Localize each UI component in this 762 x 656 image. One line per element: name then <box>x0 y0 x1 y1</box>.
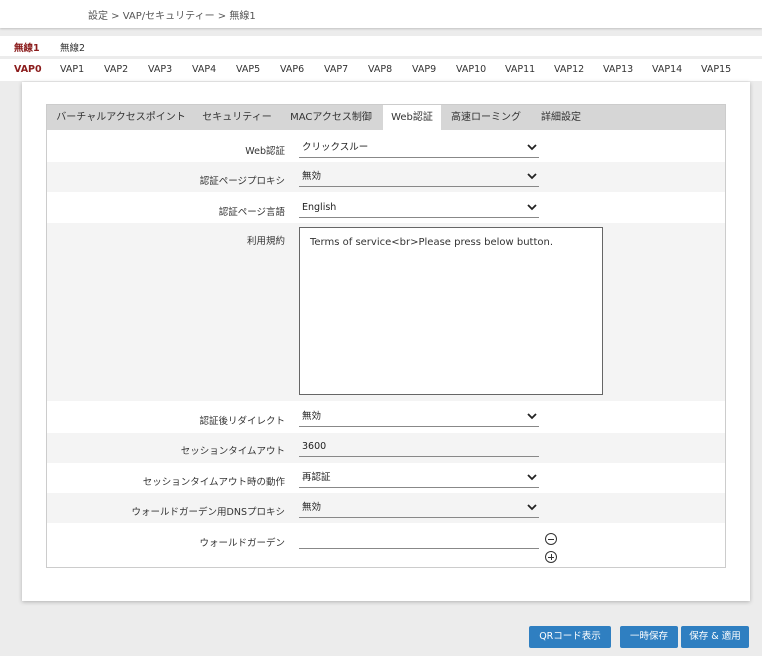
row-web-auth: Web認証 クリックスルー <box>47 135 725 161</box>
tab-advanced-settings[interactable]: 詳細設定 <box>531 105 591 130</box>
row-auth-page-lang: 認証ページ言語 English <box>47 193 725 223</box>
row-walled-garden: ウォールドガーデン <box>47 523 725 567</box>
tab-vap1[interactable]: VAP1 <box>60 64 84 75</box>
chevron-down-icon <box>527 173 537 180</box>
row-post-auth-redirect: 認証後リダイレクト 無効 <box>47 402 725 433</box>
chevron-down-icon <box>527 413 537 420</box>
chevron-down-icon <box>527 144 537 151</box>
auth-page-lang-label: 認証ページ言語 <box>218 207 285 218</box>
qr-code-button[interactable]: QRコード表示 <box>529 626 611 648</box>
walled-garden-dns-proxy-label: ウォールドガーデン用DNSプロキシ <box>131 507 285 518</box>
tab-vap15[interactable]: VAP15 <box>701 64 731 75</box>
tab-vap3[interactable]: VAP3 <box>148 64 172 75</box>
session-timeout-action-value: 再認証 <box>302 472 331 483</box>
save-apply-button[interactable]: 保存 & 適用 <box>681 626 749 648</box>
session-timeout-action-label: セッションタイムアウト時の動作 <box>142 477 285 488</box>
chevron-down-icon <box>527 504 537 511</box>
auth-page-proxy-select[interactable]: 無効 <box>299 167 539 187</box>
tab-vap4[interactable]: VAP4 <box>192 64 216 75</box>
web-auth-value: クリックスルー <box>302 142 369 153</box>
tab-vap5[interactable]: VAP5 <box>236 64 260 75</box>
row-session-timeout: セッションタイムアウト <box>47 433 725 463</box>
plus-icon-vertical <box>550 554 552 560</box>
session-timeout-input[interactable] <box>299 437 539 457</box>
terms-textarea[interactable]: Terms of service<br>Please press below b… <box>299 227 603 395</box>
session-timeout-action-select[interactable]: 再認証 <box>299 468 539 488</box>
tab-vap11[interactable]: VAP11 <box>505 64 535 75</box>
tab-vap8[interactable]: VAP8 <box>368 64 392 75</box>
radio-tab-bar: 無線1 無線2 <box>0 36 762 56</box>
row-auth-page-proxy: 認証ページプロキシ 無効 <box>47 162 725 192</box>
top-bar: 設定 > VAP/セキュリティー > 無線1 <box>0 0 762 28</box>
tab-virtual-access-point[interactable]: バーチャルアクセスポイント <box>49 105 193 130</box>
post-auth-redirect-select[interactable]: 無効 <box>299 407 539 427</box>
breadcrumb: 設定 > VAP/セキュリティー > 無線1 <box>88 11 256 22</box>
tab-radio2[interactable]: 無線2 <box>60 40 85 54</box>
minus-icon <box>548 538 554 540</box>
settings-panel: バーチャルアクセスポイント セキュリティー MACアクセス制御 Web認証 高速… <box>46 104 726 568</box>
web-auth-label: Web認証 <box>245 146 285 157</box>
tab-vap0[interactable]: VAP0 <box>14 64 42 75</box>
walled-garden-input[interactable] <box>299 529 539 549</box>
temp-save-button[interactable]: 一時保存 <box>620 626 678 648</box>
tab-vap12[interactable]: VAP12 <box>554 64 584 75</box>
auth-page-lang-value: English <box>302 202 337 213</box>
row-walled-garden-dns-proxy: ウォールドガーデン用DNSプロキシ 無効 <box>47 493 725 523</box>
web-auth-select[interactable]: クリックスルー <box>299 138 539 158</box>
chevron-down-icon <box>527 474 537 481</box>
tab-radio1[interactable]: 無線1 <box>14 40 40 54</box>
remove-entry-button[interactable] <box>545 533 557 545</box>
walled-garden-dns-proxy-value: 無効 <box>302 502 322 513</box>
auth-page-proxy-label: 認証ページプロキシ <box>199 176 285 187</box>
session-timeout-label: セッションタイムアウト <box>180 446 285 457</box>
tab-vap13[interactable]: VAP13 <box>603 64 633 75</box>
auth-page-proxy-value: 無効 <box>302 171 322 182</box>
tab-fast-roaming[interactable]: 高速ローミング <box>443 105 529 130</box>
vap-tab-bar: VAP0 VAP1 VAP2 VAP3 VAP4 VAP5 VAP6 VAP7 … <box>0 59 762 81</box>
tab-vap9[interactable]: VAP9 <box>412 64 436 75</box>
tab-security[interactable]: セキュリティー <box>195 105 279 130</box>
row-session-timeout-action: セッションタイムアウト時の動作 再認証 <box>47 463 725 493</box>
tab-vap7[interactable]: VAP7 <box>324 64 348 75</box>
tab-vap14[interactable]: VAP14 <box>652 64 682 75</box>
auth-page-lang-select[interactable]: English <box>299 198 539 218</box>
tab-web-auth[interactable]: Web認証 <box>383 105 441 130</box>
tab-vap2[interactable]: VAP2 <box>104 64 128 75</box>
tab-vap6[interactable]: VAP6 <box>280 64 304 75</box>
walled-garden-label: ウォールドガーデン <box>199 538 285 549</box>
chevron-down-icon <box>527 204 537 211</box>
tab-vap10[interactable]: VAP10 <box>456 64 486 75</box>
row-terms: 利用規約 Terms of service<br>Please press be… <box>47 223 725 401</box>
post-auth-redirect-label: 認証後リダイレクト <box>199 416 285 427</box>
tab-mac-access-control[interactable]: MACアクセス制御 <box>283 105 379 130</box>
sub-tab-bar: バーチャルアクセスポイント セキュリティー MACアクセス制御 Web認証 高速… <box>47 105 725 130</box>
post-auth-redirect-value: 無効 <box>302 411 322 422</box>
settings-card: バーチャルアクセスポイント セキュリティー MACアクセス制御 Web認証 高速… <box>22 82 750 601</box>
walled-garden-dns-proxy-select[interactable]: 無効 <box>299 498 539 518</box>
add-entry-button[interactable] <box>545 551 557 563</box>
terms-label: 利用規約 <box>246 236 285 247</box>
